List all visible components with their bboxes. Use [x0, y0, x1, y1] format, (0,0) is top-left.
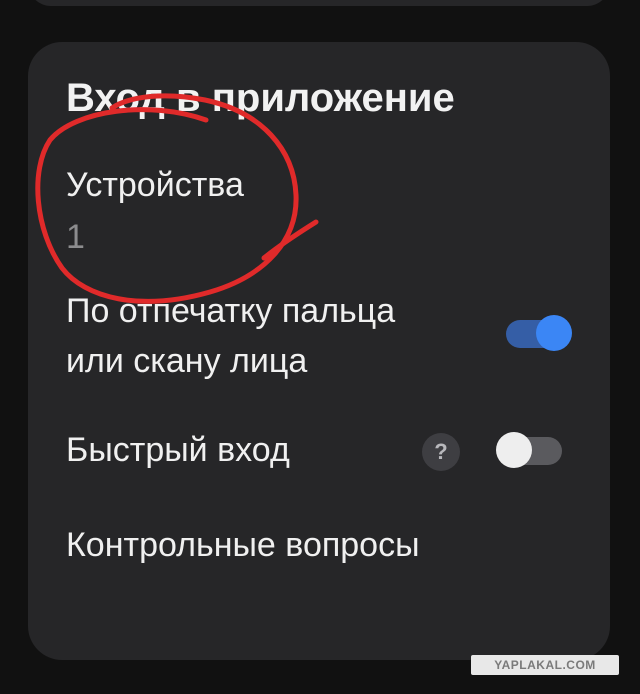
previous-card — [28, 0, 610, 6]
devices-item-label[interactable]: Устройства — [66, 160, 244, 210]
toggle-knob — [496, 432, 532, 468]
section-title: Вход в приложение — [66, 76, 455, 120]
help-icon[interactable]: ? — [422, 433, 460, 471]
fingerprint-login-toggle[interactable] — [506, 315, 572, 351]
toggle-knob — [536, 315, 572, 351]
quick-login-toggle[interactable] — [496, 432, 562, 468]
security-questions-item[interactable]: Контрольные вопросы — [66, 520, 420, 570]
fingerprint-login-label[interactable]: По отпечатку пальца или скану лица — [66, 286, 395, 386]
watermark: YAPLAKAL.COM — [471, 655, 619, 675]
quick-login-label[interactable]: Быстрый вход — [66, 425, 290, 475]
fingerprint-label-line1: По отпечатку пальца — [66, 292, 396, 330]
fingerprint-label-line2: или скану лица — [66, 342, 308, 380]
devices-count: 1 — [66, 218, 85, 256]
